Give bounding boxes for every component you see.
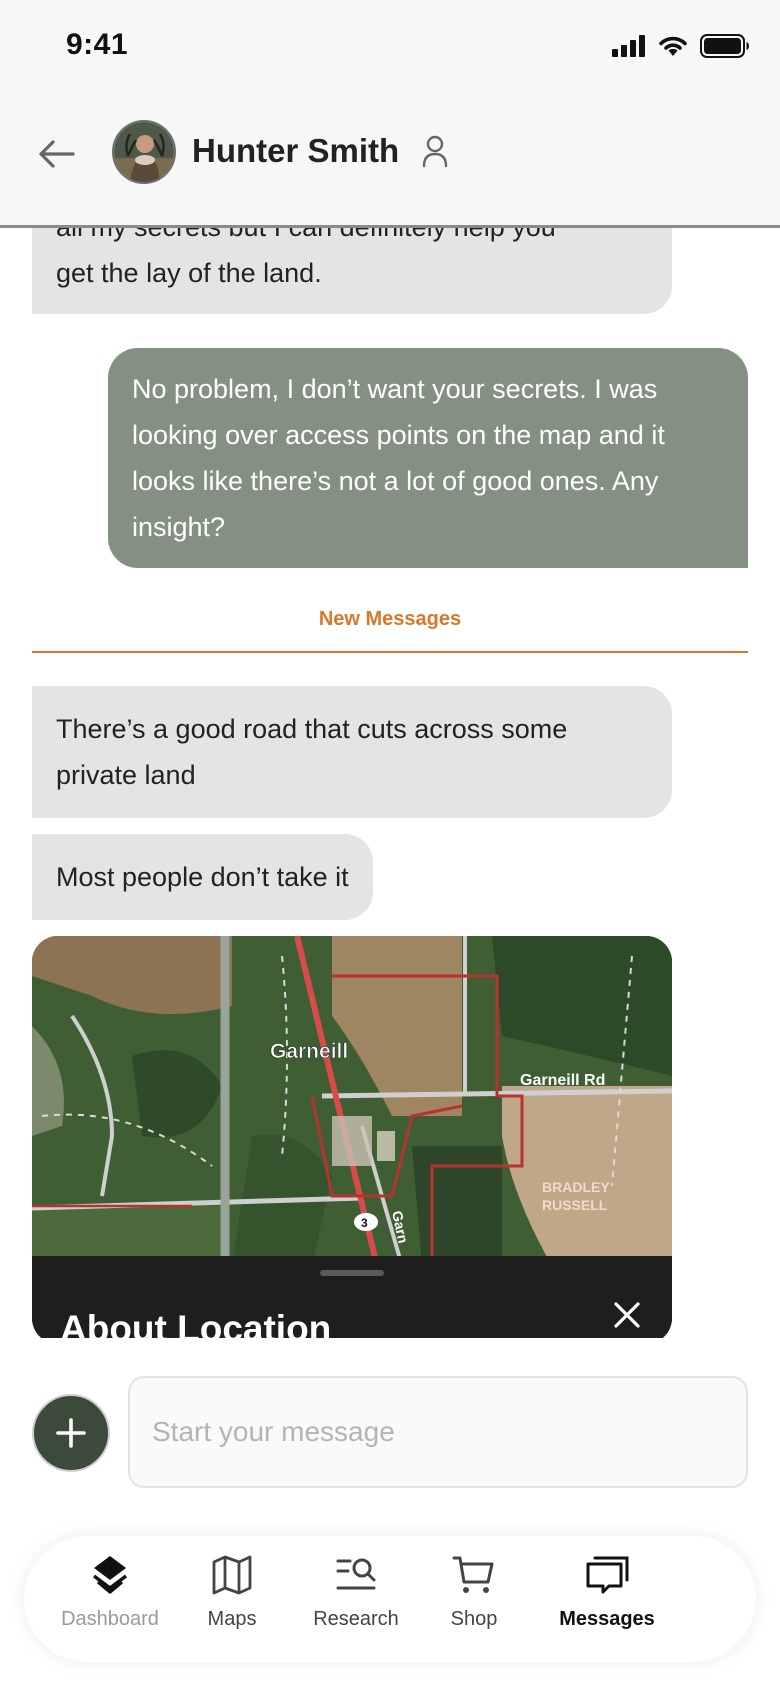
avatar[interactable] — [112, 120, 176, 184]
status-icons — [612, 34, 750, 58]
map-attachment[interactable]: Garneill Garneill Rd BRADLEY RUSSELL 3 G… — [32, 936, 672, 1338]
message-line: insight? — [132, 512, 226, 542]
map-road-label: Garneill Rd — [520, 1072, 605, 1089]
message-line: private land — [56, 760, 196, 790]
message-line: all my secrets but I can definitely help… — [56, 228, 648, 250]
message-line: Most people don’t take it — [56, 862, 349, 892]
about-location-title: About Location — [60, 1308, 332, 1338]
status-bar: 9:41 — [0, 0, 780, 92]
about-location-panel[interactable]: About Location — [32, 1256, 672, 1338]
satellite-map[interactable]: Garneill Garneill Rd BRADLEY RUSSELL 3 G… — [32, 936, 672, 1266]
nav-label: Maps — [207, 1608, 257, 1630]
plus-icon — [56, 1418, 86, 1448]
arrow-left-icon — [39, 140, 75, 168]
message-line: get the lay of the land. — [56, 258, 322, 288]
message-input[interactable] — [128, 1376, 748, 1488]
status-time: 9:41 — [66, 28, 129, 61]
nav-label: Shop — [450, 1608, 498, 1630]
contact-name: Hunter Smith — [192, 132, 400, 169]
nav-item-dashboard[interactable]: Dashboard — [50, 1552, 170, 1652]
message-bubble-incoming: Most people don’t take it — [32, 834, 373, 920]
message-line: looking over access points on the map an… — [132, 420, 665, 450]
nav-item-research[interactable]: Research — [306, 1552, 406, 1652]
signal-icon — [612, 35, 645, 57]
back-button[interactable] — [34, 132, 78, 176]
message-line: No problem, I don’t want your secrets. I… — [132, 374, 658, 404]
chat-thread: all my secrets but I can definitely help… — [0, 228, 780, 1338]
nav-item-messages[interactable]: Messages — [550, 1552, 664, 1652]
nav-label: Research — [313, 1608, 399, 1630]
map-owner-label-line2: RUSSELL — [542, 1197, 608, 1213]
add-attachment-button[interactable] — [32, 1394, 110, 1472]
nav-label: Dashboard — [61, 1608, 159, 1630]
research-icon — [336, 1558, 376, 1590]
message-bubble-incoming: There’s a good road that cuts across som… — [32, 686, 672, 818]
nav-item-maps[interactable]: Maps — [196, 1552, 268, 1652]
close-icon[interactable] — [612, 1300, 642, 1330]
layers-icon — [92, 1556, 128, 1594]
message-line: looks like there’s not a lot of good one… — [132, 466, 659, 496]
map-town-label: Garneill — [270, 1040, 348, 1063]
message-line: There’s a good road that cuts across som… — [56, 714, 568, 744]
map-icon — [212, 1555, 252, 1595]
nav-item-shop[interactable]: Shop — [438, 1552, 510, 1652]
battery-icon — [700, 34, 749, 58]
messages-icon — [586, 1556, 629, 1594]
new-messages-label: New Messages — [318, 608, 462, 630]
bottom-nav: Dashboard Maps Research Shop Messages — [24, 1536, 756, 1662]
map-owner-label-line1: BRADLEY — [542, 1179, 610, 1195]
avatar-photo — [114, 122, 174, 182]
person-icon[interactable] — [420, 134, 450, 168]
nav-label: Messages — [559, 1608, 655, 1630]
new-messages-divider — [32, 651, 748, 653]
message-bubble-incoming-partial: all my secrets but I can definitely help… — [32, 228, 672, 314]
map-route-shield-number: 3 — [361, 1216, 368, 1230]
drag-handle[interactable] — [320, 1270, 384, 1276]
cart-icon — [452, 1556, 494, 1593]
chat-header: Hunter Smith — [0, 92, 780, 228]
wifi-icon — [659, 36, 687, 56]
message-bubble-outgoing: No problem, I don’t want your secrets. I… — [108, 348, 748, 568]
message-composer — [0, 1338, 780, 1498]
